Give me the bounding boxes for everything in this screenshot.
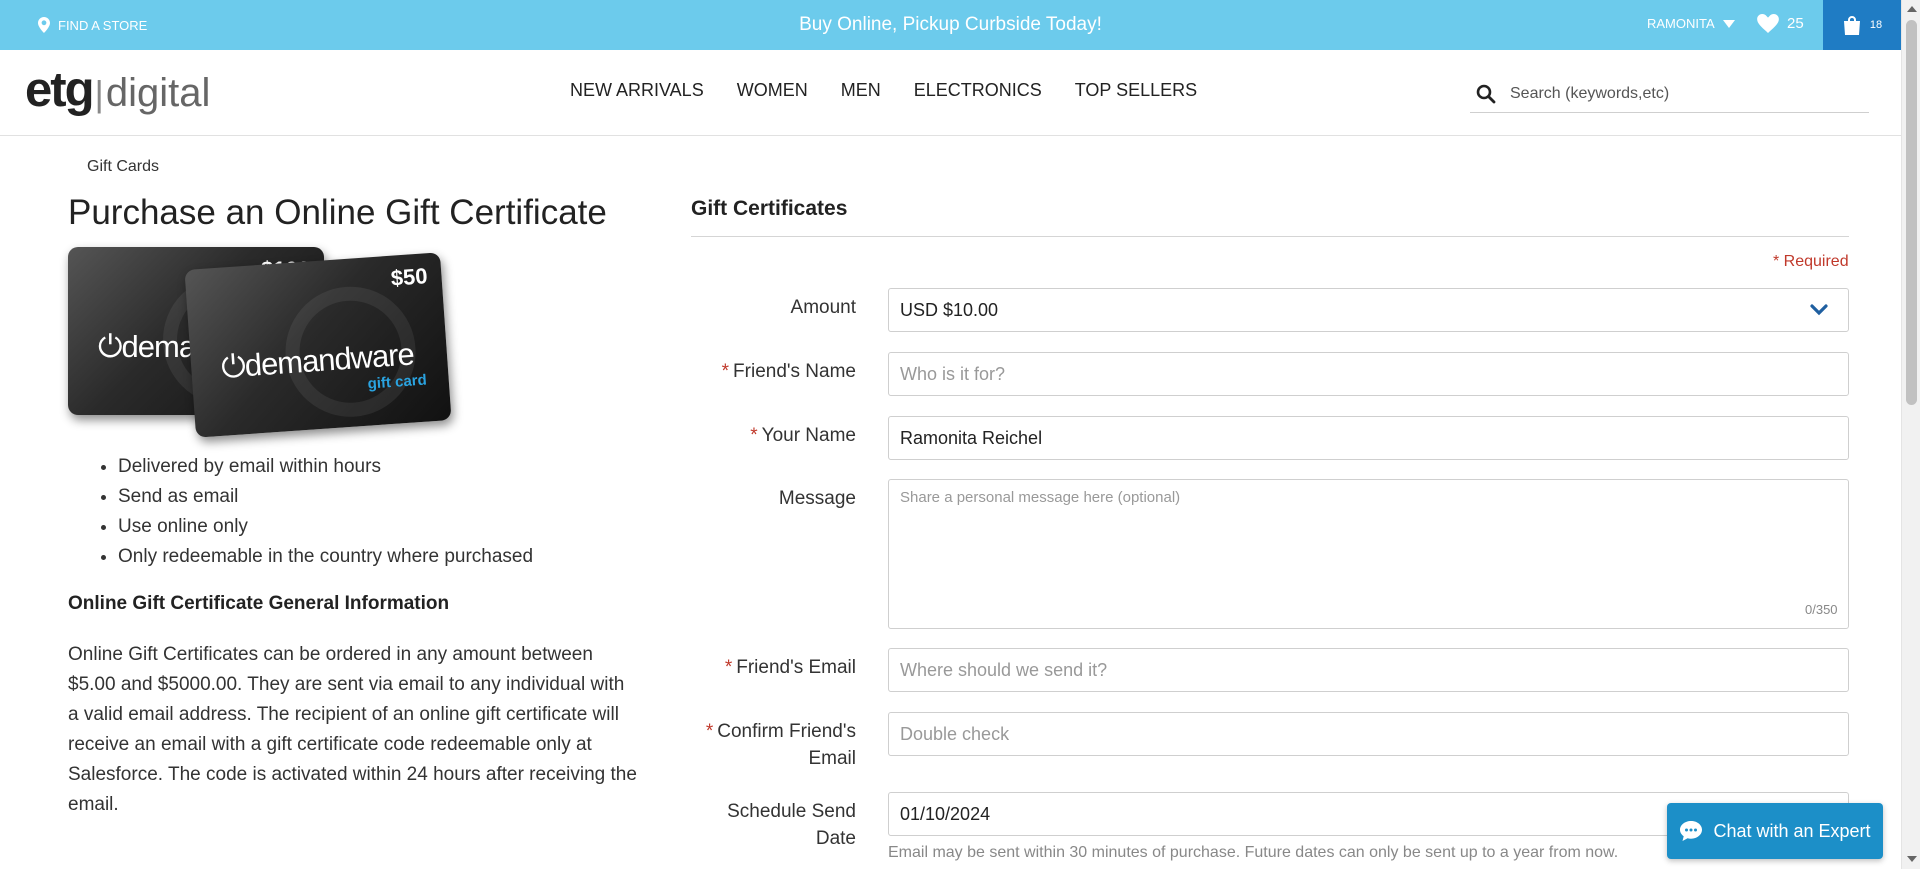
send-date-hint: Email may be sent within 30 minutes of p… <box>888 844 1619 861</box>
account-menu[interactable]: RAMONITA <box>1647 16 1735 31</box>
confirm-email-label: * Confirm Friend's Email <box>705 721 856 769</box>
gift-card-front: $50 ⏻demandware gift card <box>184 252 452 438</box>
amount-select[interactable]: USD $10.00 <box>888 288 1849 332</box>
form-heading: Gift Certificates <box>691 197 848 220</box>
logo-divider: | <box>94 73 104 114</box>
heart-icon <box>1757 14 1779 33</box>
gift-card-front-sub: gift card <box>367 371 428 393</box>
friend-email-input[interactable] <box>888 648 1849 692</box>
info-heading: Online Gift Certificate General Informat… <box>68 593 450 614</box>
search-icon[interactable] <box>1476 84 1496 104</box>
scroll-thumb[interactable] <box>1906 20 1917 405</box>
message-textarea[interactable] <box>888 479 1849 629</box>
confirm-email-input[interactable] <box>888 712 1849 756</box>
message-counter: 0/350 <box>1805 602 1838 617</box>
list-item: Send as email <box>118 482 533 512</box>
amount-label: Amount <box>790 297 856 318</box>
send-date-label: Schedule Send Date <box>727 801 856 849</box>
nav-new-arrivals[interactable]: NEW ARRIVALS <box>570 80 704 101</box>
chat-bubble-icon <box>1680 821 1703 841</box>
logo-wordmark[interactable]: digital <box>106 71 211 116</box>
scroll-down-arrow-icon[interactable] <box>1907 856 1917 862</box>
nav-men[interactable]: MEN <box>841 80 881 101</box>
form-divider <box>691 236 1849 237</box>
your-name-input[interactable] <box>888 416 1849 460</box>
search-bar <box>1470 75 1869 113</box>
site-logo[interactable]: etg | digital <box>25 62 210 118</box>
feature-list: Delivered by email within hours Send as … <box>118 452 533 572</box>
shopping-bag-icon <box>1843 16 1860 35</box>
search-input[interactable] <box>1510 84 1850 103</box>
caret-down-icon[interactable] <box>1722 19 1735 28</box>
promo-bar: FIND A STORE Buy Online, Pickup Curbside… <box>0 0 1901 50</box>
gift-card-front-amount: $50 <box>389 263 429 291</box>
nav-electronics[interactable]: ELECTRONICS <box>914 80 1042 101</box>
promo-message: Buy Online, Pickup Curbside Today! <box>799 14 1102 35</box>
amount-value[interactable]: USD $10.00 <box>900 300 998 321</box>
page-title: Purchase an Online Gift Certificate <box>68 193 607 232</box>
wishlist-link[interactable]: 25 <box>1757 14 1804 33</box>
scroll-up-arrow-icon[interactable] <box>1907 6 1917 12</box>
friend-name-input[interactable] <box>888 352 1849 396</box>
list-item: Only redeemable in the country where pur… <box>118 542 533 572</box>
friend-email-label: * Friend's Email <box>724 657 856 678</box>
account-name[interactable]: RAMONITA <box>1647 16 1715 31</box>
info-text: Online Gift Certificates can be ordered … <box>68 644 637 815</box>
cart-button[interactable]: 18 <box>1823 0 1901 50</box>
page-scrollbar[interactable] <box>1901 0 1920 869</box>
your-name-label: * Your Name <box>750 425 856 446</box>
list-item: Delivered by email within hours <box>118 452 533 482</box>
chevron-down-icon[interactable] <box>1810 304 1828 316</box>
friend-name-label: * Friend's Name <box>721 361 856 382</box>
chat-label[interactable]: Chat with an Expert <box>1713 821 1870 842</box>
cart-count[interactable]: 18 <box>1870 19 1882 31</box>
main-navigation: NEW ARRIVALS WOMEN MEN ELECTRONICS TOP S… <box>570 80 1197 101</box>
breadcrumb[interactable]: Gift Cards <box>87 158 159 176</box>
message-label: Message <box>778 488 856 509</box>
logo-mark[interactable]: etg <box>25 62 94 118</box>
list-item: Use online only <box>118 512 533 542</box>
nav-women[interactable]: WOMEN <box>737 80 808 101</box>
nav-top-sellers[interactable]: TOP SELLERS <box>1075 80 1197 101</box>
required-note: * Required <box>1773 253 1849 270</box>
chat-expert-button[interactable]: Chat with an Expert <box>1667 803 1883 859</box>
gift-card-image: $100 ⏻demandware $50 ⏻demandware gift ca… <box>68 247 468 452</box>
site-header: etg | digital NEW ARRIVALS WOMEN MEN ELE… <box>0 50 1901 136</box>
wishlist-count[interactable]: 25 <box>1787 15 1804 32</box>
